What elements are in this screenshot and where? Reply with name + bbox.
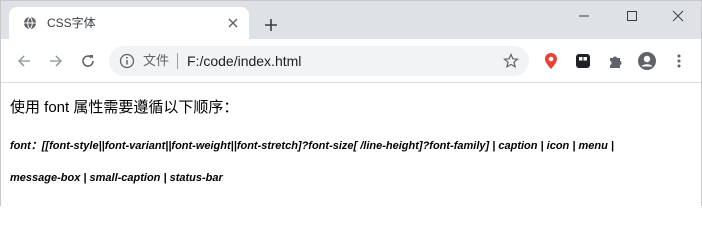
- tab-title: CSS字体: [47, 16, 96, 30]
- browser-window: CSS字体 文件 F:/code/index.html 使用 font 属性需要…: [0, 0, 702, 207]
- location-pin-icon[interactable]: [541, 51, 561, 71]
- address-separator: [177, 53, 178, 69]
- font-syntax-line-2: message-box | small-caption | status-bar: [10, 172, 223, 184]
- close-icon[interactable]: [225, 15, 241, 31]
- reload-icon[interactable]: [77, 50, 99, 72]
- tab-strip: CSS字体: [1, 1, 701, 39]
- avatar-icon[interactable]: [637, 51, 657, 71]
- scheme-label: 文件: [143, 53, 170, 68]
- page-heading: 使用 font 属性需要遵循以下顺序：: [10, 99, 239, 116]
- info-icon[interactable]: [119, 53, 135, 69]
- kebab-menu-icon[interactable]: [669, 51, 689, 71]
- close-window-icon[interactable]: [655, 1, 701, 31]
- page-content: 使用 font 属性需要遵循以下顺序： font：[[font-style||f…: [1, 83, 701, 207]
- puzzle-icon[interactable]: [605, 51, 625, 71]
- plus-icon[interactable]: [261, 15, 281, 35]
- tab-grid-icon[interactable]: [573, 51, 593, 71]
- address-bar[interactable]: 文件 F:/code/index.html: [109, 46, 529, 76]
- browser-tab[interactable]: CSS字体: [9, 7, 249, 39]
- minimize-icon[interactable]: [561, 1, 607, 31]
- globe-icon: [23, 16, 37, 30]
- url-text[interactable]: F:/code/index.html: [187, 52, 301, 70]
- toolbar: 文件 F:/code/index.html: [1, 39, 701, 83]
- star-icon[interactable]: [503, 53, 519, 69]
- font-syntax-line-1: font：[[font-style||font-variant||font-we…: [10, 140, 614, 152]
- back-arrow-icon[interactable]: [13, 50, 35, 72]
- forward-arrow-icon[interactable]: [45, 50, 67, 72]
- maximize-icon[interactable]: [609, 1, 655, 31]
